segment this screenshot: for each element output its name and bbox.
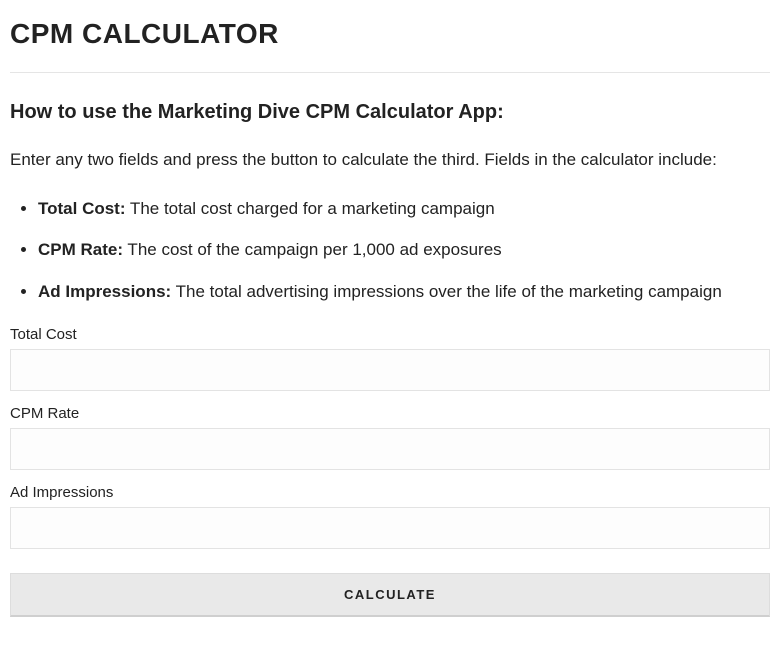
total-cost-label: Total Cost: [10, 326, 770, 343]
definition-desc: The total advertising impressions over t…: [171, 282, 722, 301]
ad-impressions-group: Ad Impressions: [10, 484, 770, 549]
definition-term: Total Cost:: [38, 199, 126, 218]
definition-desc: The cost of the campaign per 1,000 ad ex…: [123, 240, 502, 259]
page-title: CPM CALCULATOR: [10, 18, 770, 50]
definitions-list: Total Cost: The total cost charged for a…: [10, 197, 770, 304]
cpm-rate-input[interactable]: [10, 428, 770, 470]
definition-item: CPM Rate: The cost of the campaign per 1…: [38, 238, 770, 262]
ad-impressions-input[interactable]: [10, 507, 770, 549]
cpm-rate-group: CPM Rate: [10, 405, 770, 470]
definition-desc: The total cost charged for a marketing c…: [126, 199, 495, 218]
definition-term: Ad Impressions:: [38, 282, 171, 301]
intro-text: Enter any two fields and press the butto…: [10, 148, 770, 173]
section-heading: How to use the Marketing Dive CPM Calcul…: [10, 101, 770, 124]
divider: [10, 72, 770, 73]
definition-item: Total Cost: The total cost charged for a…: [38, 197, 770, 221]
calculate-button[interactable]: CALCULATE: [10, 573, 770, 617]
definition-item: Ad Impressions: The total advertising im…: [38, 280, 770, 304]
total-cost-input[interactable]: [10, 349, 770, 391]
definition-term: CPM Rate:: [38, 240, 123, 259]
total-cost-group: Total Cost: [10, 326, 770, 391]
cpm-rate-label: CPM Rate: [10, 405, 770, 422]
ad-impressions-label: Ad Impressions: [10, 484, 770, 501]
